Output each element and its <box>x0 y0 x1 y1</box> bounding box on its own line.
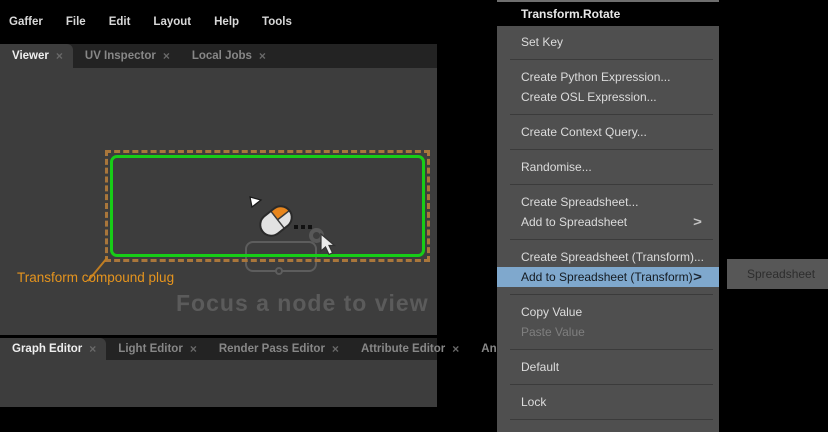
menu-separator <box>510 294 713 295</box>
pointer-cursor-icon <box>320 233 338 257</box>
menu-file[interactable]: File <box>66 16 86 28</box>
shortcut-label: Ctrl+G <box>668 427 703 432</box>
screen: Gaffer File Edit Layout Help Tools Viewe… <box>0 0 828 432</box>
gaffer-window: Gaffer File Edit Layout Help Tools Viewe… <box>0 0 437 432</box>
menu-item-default[interactable]: Default <box>497 357 719 377</box>
menu-item-add-to-spreadsheet[interactable]: Add to Spreadsheet > <box>497 212 719 232</box>
tab-graph-editor[interactable]: Graph Editor × <box>0 338 106 360</box>
context-menu-body: Set Key Create Python Expression... Crea… <box>497 26 719 432</box>
menu-item-lock[interactable]: Lock <box>497 392 719 412</box>
menu-item-create-osl-expression[interactable]: Create OSL Expression... <box>497 87 719 107</box>
menu-item-create-context-query[interactable]: Create Context Query... <box>497 122 719 142</box>
menu-separator <box>510 239 713 240</box>
context-menu-title: Transform.Rotate <box>497 2 719 26</box>
menu-item-create-python-expression[interactable]: Create Python Expression... <box>497 67 719 87</box>
submenu-arrow-icon: > <box>693 267 702 288</box>
editor-panel-body[interactable] <box>0 360 437 407</box>
context-menu: Transform.Rotate Set Key Create Python E… <box>497 0 719 432</box>
menubar: Gaffer File Edit Layout Help Tools <box>0 0 437 44</box>
tab-local-jobs[interactable]: Local Jobs × <box>180 44 276 68</box>
menu-layout[interactable]: Layout <box>153 16 191 28</box>
close-icon[interactable]: × <box>56 50 63 62</box>
menu-separator <box>510 149 713 150</box>
menu-gaffer[interactable]: Gaffer <box>9 16 43 28</box>
menu-item-gang[interactable]: Gang Ctrl+G <box>497 427 719 432</box>
menu-item-create-spreadsheet-transform[interactable]: Create Spreadsheet (Transform)... <box>497 247 719 267</box>
node-plug-connector <box>275 267 283 275</box>
tab-label: Attribute Editor <box>361 343 445 355</box>
close-icon[interactable]: × <box>163 50 170 62</box>
menu-item-copy-value[interactable]: Copy Value <box>497 302 719 322</box>
right-click-mouse-icon <box>246 193 314 241</box>
close-icon[interactable]: × <box>332 343 339 355</box>
menu-tools[interactable]: Tools <box>262 16 292 28</box>
tab-label: UV Inspector <box>85 50 156 62</box>
close-icon[interactable]: × <box>259 50 266 62</box>
submenu-arrow-icon: > <box>693 212 702 233</box>
menu-separator <box>510 349 713 350</box>
menu-item-add-to-spreadsheet-transform[interactable]: Add to Spreadsheet (Transform) > <box>497 267 719 287</box>
tab-label: Local Jobs <box>192 50 252 62</box>
menu-item-set-key[interactable]: Set Key <box>497 32 719 52</box>
menu-separator <box>510 184 713 185</box>
submenu-item-spreadsheet[interactable]: Spreadsheet <box>727 259 828 289</box>
menu-separator <box>510 419 713 420</box>
menu-separator <box>510 59 713 60</box>
transform-plug-annotation: Transform compound plug <box>17 270 174 285</box>
tab-label: Viewer <box>12 50 49 62</box>
tab-label: Graph Editor <box>12 343 82 355</box>
menu-edit[interactable]: Edit <box>109 16 131 28</box>
editor-tabbar: Graph Editor × Light Editor × Render Pas… <box>0 338 437 360</box>
viewer-tabbar: Viewer × UV Inspector × Local Jobs × <box>0 44 437 68</box>
spreadsheet-submenu: Spreadsheet <box>727 259 828 289</box>
close-icon[interactable]: × <box>89 343 96 355</box>
viewport-placeholder-text: Focus a node to view <box>176 290 429 317</box>
close-icon[interactable]: × <box>190 343 197 355</box>
close-icon[interactable]: × <box>452 343 459 355</box>
tab-label: Render Pass Editor <box>219 343 325 355</box>
tab-render-pass-editor[interactable]: Render Pass Editor × <box>207 338 349 360</box>
tab-label: Light Editor <box>118 343 183 355</box>
menu-item-randomise[interactable]: Randomise... <box>497 157 719 177</box>
tab-attribute-editor[interactable]: Attribute Editor × <box>349 338 469 360</box>
tab-light-editor[interactable]: Light Editor × <box>106 338 207 360</box>
menu-separator <box>510 384 713 385</box>
menu-help[interactable]: Help <box>214 16 239 28</box>
viewer-viewport[interactable]: Transform compound plug Focus a node to … <box>0 68 437 335</box>
menu-item-create-spreadsheet[interactable]: Create Spreadsheet... <box>497 192 719 212</box>
menu-separator <box>510 114 713 115</box>
tab-uv-inspector[interactable]: UV Inspector × <box>73 44 180 68</box>
menu-item-paste-value: Paste Value <box>497 322 719 342</box>
tab-viewer[interactable]: Viewer × <box>0 44 73 68</box>
